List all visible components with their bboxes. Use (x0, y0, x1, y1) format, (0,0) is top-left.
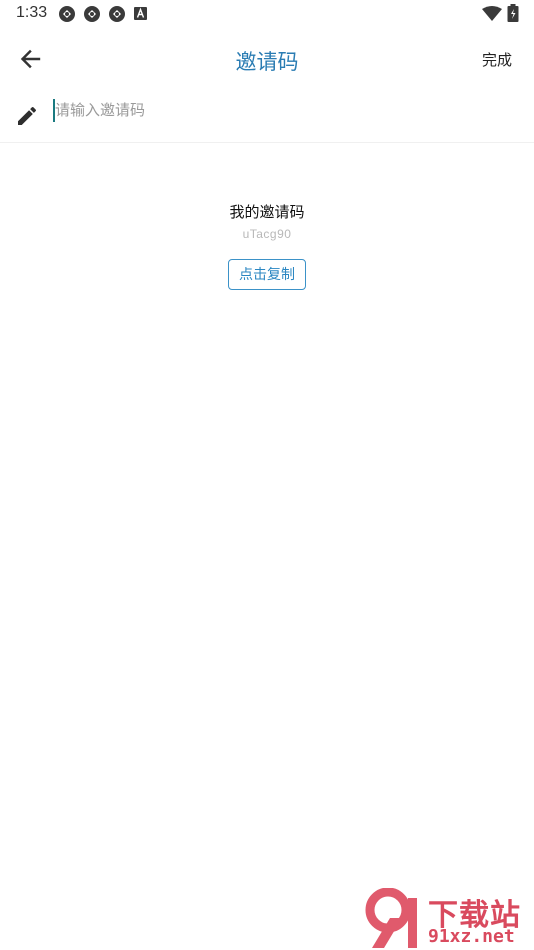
sync-icon (84, 6, 100, 22)
a-badge-icon (134, 7, 147, 20)
status-time: 1:33 (16, 4, 48, 21)
watermark-text-bottom: 91xz.net (428, 926, 515, 947)
sync-icon (109, 6, 125, 22)
my-invite-code-label: 我的邀请码 (229, 204, 305, 221)
battery-icon (507, 4, 519, 22)
app-bar: 邀请码 完成 (0, 34, 534, 84)
watermark-logo: 下载站 91xz.net (362, 888, 534, 950)
wifi-icon (482, 6, 502, 21)
copy-button[interactable]: 点击复制 (228, 259, 306, 290)
invite-code-input[interactable] (55, 98, 495, 123)
page: 1:33 邀请码 完成 请输入邀请码 我的邀请码 uTacg90 点击复制 下载… (0, 0, 534, 950)
status-bar: 1:33 (0, 0, 534, 28)
done-button[interactable]: 完成 (482, 49, 512, 70)
pencil-icon (18, 106, 37, 125)
sync-icon (59, 6, 75, 22)
my-invite-code-value: uTacg90 (242, 227, 292, 241)
page-title: 邀请码 (235, 51, 299, 74)
invite-code-input-row (0, 90, 534, 143)
logo-9-icon (365, 888, 417, 948)
